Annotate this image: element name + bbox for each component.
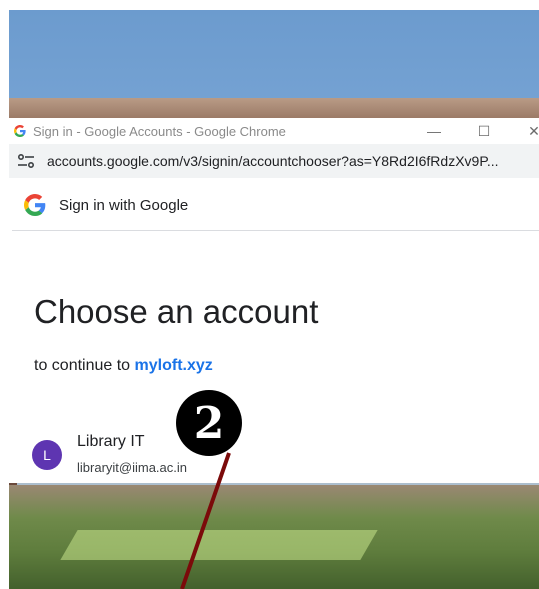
google-g-icon [14,125,26,137]
signin-header: Sign in with Google [12,180,539,231]
page-title: Choose an account [34,293,319,330]
account-name: Library IT [77,433,145,450]
minimize-button[interactable]: — [419,118,449,144]
google-logo-icon [24,194,46,216]
continue-line: to continue to myloft.xyz [34,357,213,375]
continue-site-link[interactable]: myloft.xyz [135,357,213,374]
window-title: Sign in - Google Accounts - Google Chrom… [33,123,286,139]
url-text[interactable]: accounts.google.com/v3/signin/accountcho… [47,153,499,169]
google-signin-page: Sign in with Google Choose an account to… [12,180,539,483]
maximize-button[interactable]: ☐ [469,118,499,144]
background-sunlight [60,530,378,560]
continue-prefix: to continue to [34,357,135,374]
account-email: libraryit@iima.ac.in [77,460,187,475]
signin-header-text: Sign in with Google [59,196,189,214]
avatar: L [32,440,62,470]
screenshot-stage: Sign in - Google Accounts - Google Chrom… [0,0,539,589]
site-settings-icon[interactable] [17,154,37,168]
address-bar[interactable]: accounts.google.com/v3/signin/accountcho… [9,144,539,178]
chrome-popup-window: Sign in - Google Accounts - Google Chrom… [9,118,539,483]
window-titlebar[interactable]: Sign in - Google Accounts - Google Chrom… [9,118,539,144]
account-list-item[interactable]: L Library IT libraryit@iima.ac.in [32,430,432,480]
close-button[interactable]: ✕ [519,118,539,144]
